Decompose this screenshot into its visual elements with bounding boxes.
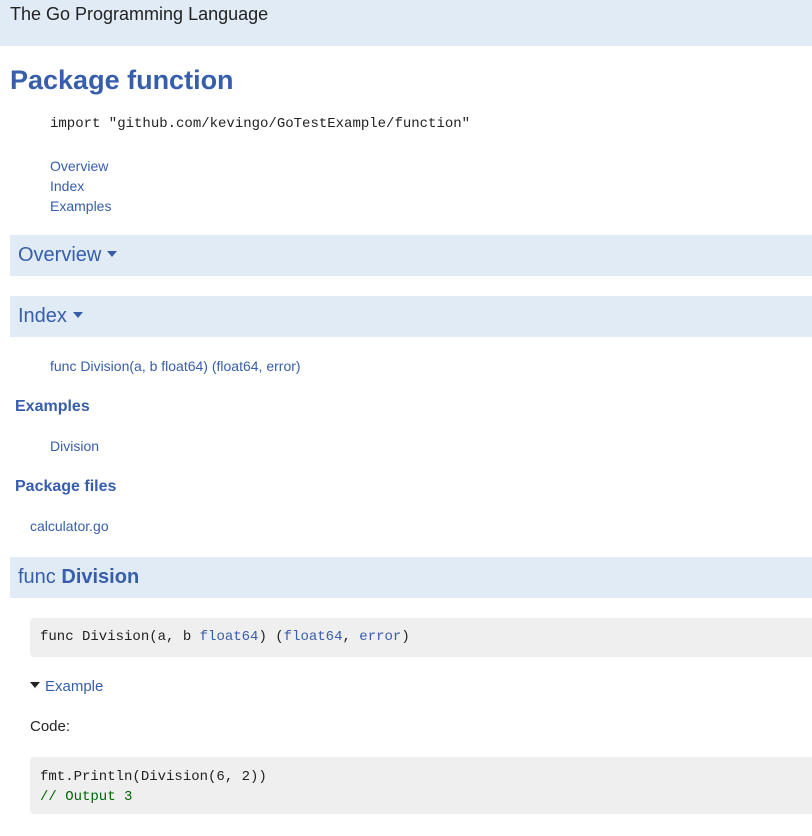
type-link-float64-return[interactable]: float64	[284, 629, 343, 645]
import-path: import "github.com/kevingo/GoTestExample…	[50, 116, 471, 132]
section-func-division-header: func Division	[10, 557, 812, 598]
toc-link-examples[interactable]: Examples	[50, 198, 111, 214]
type-link-error[interactable]: error	[359, 629, 401, 645]
example-link-division[interactable]: Division	[50, 438, 99, 454]
package-files-heading: Package files	[15, 478, 117, 495]
toc-link-index[interactable]: Index	[50, 178, 84, 194]
section-overview-label: Overview	[18, 244, 102, 266]
file-link-calculator[interactable]: calculator.go	[30, 518, 109, 534]
example-code-block: fmt.Println(Division(6, 2)) // Output 3	[30, 757, 812, 814]
toc-link-overview[interactable]: Overview	[50, 158, 108, 174]
code-label: Code:	[30, 718, 71, 735]
func-keyword: func	[18, 566, 56, 588]
func-signature: func Division(a, b float64) (float64, er…	[30, 618, 812, 657]
page-title: Package function	[10, 65, 234, 95]
caret-down-icon	[72, 311, 83, 318]
func-name-division[interactable]: Division	[61, 566, 139, 588]
example-toggle-label: Example	[45, 678, 104, 695]
index-func-division-link[interactable]: func Division(a, b float64) (float64, er…	[50, 358, 301, 374]
example-toggle[interactable]: Example	[30, 678, 103, 695]
sig-sep: ,	[342, 629, 360, 645]
section-index-header[interactable]: Index	[10, 296, 812, 337]
example-code-line: fmt.Println(Division(6, 2))	[40, 769, 267, 785]
sig-mid: ) (	[258, 629, 284, 645]
examples-heading: Examples	[15, 398, 90, 415]
section-index-label: Index	[18, 305, 67, 327]
top-bar: The Go Programming Language	[0, 0, 812, 46]
type-link-float64[interactable]: float64	[200, 629, 259, 645]
site-title[interactable]: The Go Programming Language	[10, 4, 268, 25]
caret-down-icon	[107, 250, 118, 257]
section-overview-header[interactable]: Overview	[10, 235, 812, 276]
example-code-comment: // Output 3	[40, 789, 133, 805]
sig-end: )	[401, 629, 410, 645]
table-of-contents: Overview Index Examples	[50, 156, 111, 216]
caret-down-icon	[30, 682, 40, 689]
sig-prefix: func Division(a, b	[40, 629, 200, 645]
